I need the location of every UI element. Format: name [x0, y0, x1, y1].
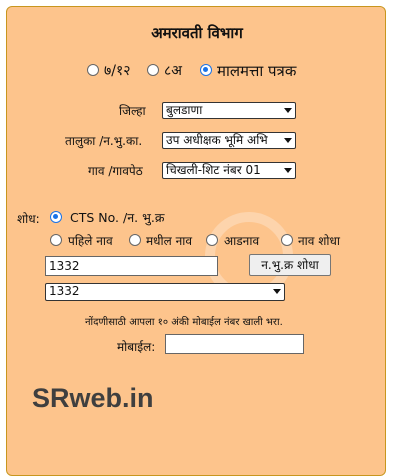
cts-number-value: 1332 — [49, 259, 80, 273]
taluka-select[interactable]: उप अधीक्षक भूमि अभि — [162, 132, 296, 149]
mobile-label: मोबाईल: — [117, 340, 156, 354]
chevron-down-icon — [284, 168, 292, 173]
radio-cts-no-label: CTS No. /न. भु.क्र — [70, 210, 165, 225]
page-title: अमरावती विभाग — [151, 24, 243, 42]
radio-8a[interactable] — [147, 64, 159, 76]
form-panel: अमरावती विभाग ७/१२ ८अ मालमत्ता पत्रक जिल… — [6, 6, 386, 476]
cts-result-select[interactable]: 1332 — [45, 283, 285, 301]
search-cts-button[interactable]: न.भु.क्र शोधा — [249, 254, 331, 276]
mobile-input[interactable] — [165, 334, 304, 354]
district-label: जिल्हा — [119, 104, 146, 118]
radio-surname-label: आडनाव — [224, 234, 260, 248]
radio-search-name-label: नाव शोधा — [298, 234, 341, 248]
district-select[interactable]: बुलडाणा — [162, 102, 296, 119]
mobile-note: नोंदणीसाठी आपला १० अंकी मोबाईल नंबर खाली… — [85, 317, 283, 328]
radio-first-name-label: पहिले नाव — [68, 234, 113, 248]
chevron-down-icon — [273, 289, 281, 294]
radio-surname[interactable] — [206, 234, 218, 246]
village-select[interactable]: चिखली-शिट नंबर 01 — [162, 162, 296, 179]
radio-property-card[interactable] — [200, 64, 212, 76]
brand-watermark: SRweb.in — [32, 383, 154, 413]
radio-8a-label: ८अ — [164, 63, 182, 79]
radio-property-card-label: मालमत्ता पत्रक — [217, 62, 297, 80]
radio-middle-name[interactable] — [129, 234, 141, 246]
search-label: शोध: — [17, 212, 40, 226]
radio-first-name[interactable] — [50, 234, 62, 246]
radio-7-12[interactable] — [87, 64, 99, 76]
chevron-down-icon — [284, 108, 292, 113]
radio-7-12-label: ७/१२ — [104, 63, 131, 79]
district-value: बुलडाणा — [166, 103, 203, 117]
village-label: गाव /गावपेठ — [88, 164, 143, 178]
radio-search-name[interactable] — [281, 234, 293, 246]
cts-result-value: 1332 — [49, 284, 80, 298]
radio-middle-name-label: मधील नाव — [146, 234, 193, 248]
village-value: चिखली-शिट नंबर 01 — [166, 163, 261, 177]
cts-number-input[interactable]: 1332 — [45, 256, 218, 276]
radio-cts-no[interactable] — [50, 211, 62, 223]
taluka-label: तालुका /न.भु.का. — [65, 134, 143, 148]
chevron-down-icon — [284, 138, 292, 143]
taluka-value: उप अधीक्षक भूमि अभि — [166, 133, 268, 147]
